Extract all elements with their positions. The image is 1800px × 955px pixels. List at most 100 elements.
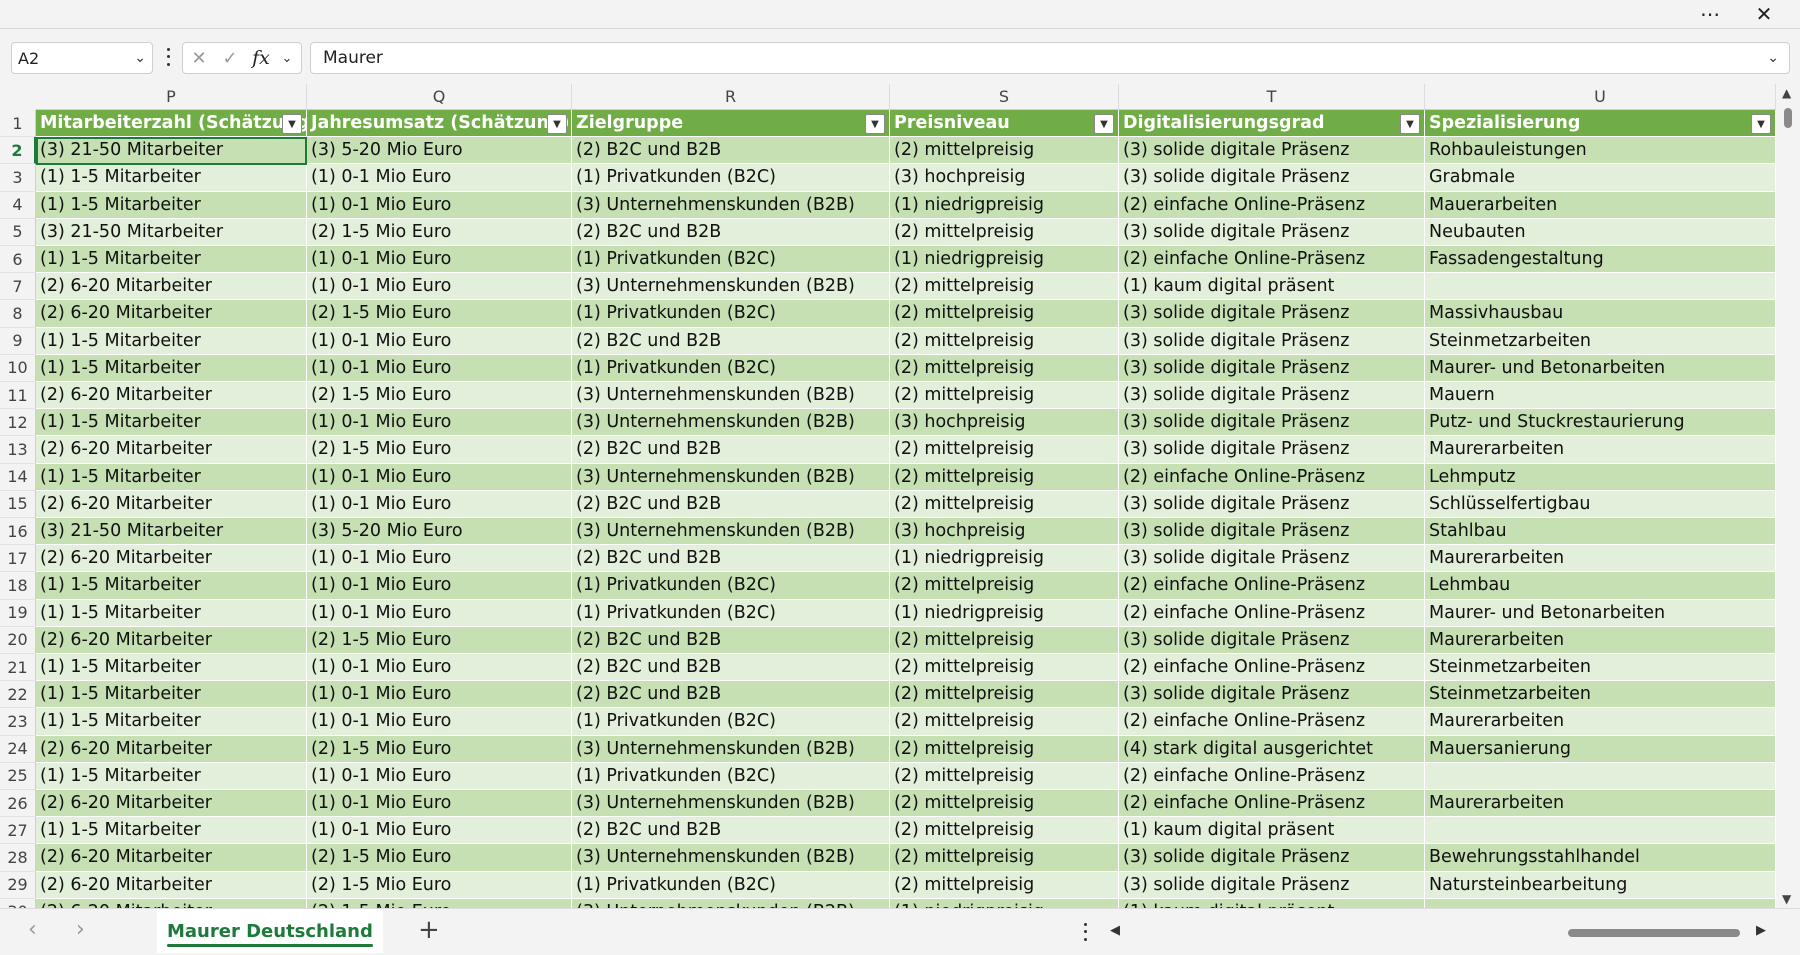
header-cell[interactable]: Spezialisierung ▼ — [1425, 110, 1776, 138]
cell[interactable]: (2) mittelpreisig — [890, 817, 1119, 845]
cell[interactable]: (2) einfache Online-Präsenz — [1119, 790, 1425, 818]
filter-dropdown-icon[interactable]: ▼ — [547, 114, 567, 134]
cell[interactable]: (3) hochpreisig — [890, 409, 1119, 437]
cell[interactable]: (2) B2C und B2B — [572, 327, 890, 355]
cell[interactable]: (3) 5-20 Mio Euro — [307, 137, 572, 165]
cell[interactable]: (4) stark digital ausgerichtet — [1119, 735, 1425, 763]
cell[interactable]: (2) einfache Online-Präsenz — [1119, 463, 1425, 491]
cell[interactable]: (3) solide digitale Präsenz — [1119, 626, 1425, 654]
cell[interactable]: Lehmputz — [1425, 463, 1776, 491]
cell[interactable]: (3) hochpreisig — [890, 518, 1119, 546]
header-cell[interactable]: Mitarbeiterzahl (Schätzung) ▼ — [36, 110, 307, 138]
cell[interactable]: (3) solide digitale Präsenz — [1119, 300, 1425, 328]
cell[interactable]: (1) 1-5 Mitarbeiter — [36, 572, 307, 600]
row-number[interactable]: 30 — [0, 898, 36, 908]
cell[interactable]: (3) solide digitale Präsenz — [1119, 518, 1425, 546]
vertical-scrollbar[interactable]: ▲ ▼ — [1776, 84, 1800, 908]
name-box[interactable]: A2 ⌄ — [11, 42, 153, 74]
formula-input[interactable]: Maurer ⌄ — [310, 42, 1790, 74]
row-number[interactable]: 26 — [0, 790, 36, 818]
cell[interactable]: (2) 1-5 Mio Euro — [307, 735, 572, 763]
cell[interactable]: (2) 6-20 Mitarbeiter — [36, 735, 307, 763]
cell[interactable]: (1) 0-1 Mio Euro — [307, 273, 572, 301]
cell[interactable]: (2) mittelpreisig — [890, 762, 1119, 790]
cell[interactable] — [1425, 817, 1776, 845]
cell[interactable]: (2) mittelpreisig — [890, 327, 1119, 355]
cell[interactable]: (3) Unternehmenskunden (B2B) — [572, 191, 890, 219]
cell[interactable]: (1) 0-1 Mio Euro — [307, 545, 572, 573]
cell[interactable]: Steinmetzarbeiten — [1425, 654, 1776, 682]
row-number[interactable]: 24 — [0, 735, 36, 763]
row-number[interactable]: 19 — [0, 599, 36, 627]
confirm-icon[interactable]: ✓ — [215, 48, 245, 69]
cell[interactable]: (3) 5-20 Mio Euro — [307, 518, 572, 546]
cell[interactable]: (2) B2C und B2B — [572, 137, 890, 165]
cell[interactable]: Mauerarbeiten — [1425, 191, 1776, 219]
cell[interactable]: (1) 1-5 Mitarbeiter — [36, 681, 307, 709]
scroll-thumb[interactable] — [1784, 108, 1792, 128]
cell[interactable]: (3) solide digitale Präsenz — [1119, 545, 1425, 573]
chevron-right-icon[interactable]: › — [76, 917, 85, 942]
cell[interactable]: (2) mittelpreisig — [890, 790, 1119, 818]
cell[interactable]: (2) mittelpreisig — [890, 463, 1119, 491]
row-number[interactable]: 1 — [0, 110, 36, 138]
cell[interactable]: (1) 0-1 Mio Euro — [307, 681, 572, 709]
column-header-q[interactable]: Q — [307, 84, 572, 110]
cell[interactable]: (1) 0-1 Mio Euro — [307, 599, 572, 627]
cell[interactable]: Massivhausbau — [1425, 300, 1776, 328]
cell[interactable]: Fassadengestaltung — [1425, 246, 1776, 274]
row-number[interactable]: 20 — [0, 626, 36, 654]
cell[interactable]: (1) kaum digital präsent — [1119, 817, 1425, 845]
cell[interactable]: (2) 6-20 Mitarbeiter — [36, 436, 307, 464]
cell[interactable]: (1) 0-1 Mio Euro — [307, 790, 572, 818]
cell[interactable]: (2) mittelpreisig — [890, 681, 1119, 709]
cell[interactable]: (3) solide digitale Präsenz — [1119, 871, 1425, 899]
header-cell[interactable]: Zielgruppe ▼ — [572, 110, 890, 138]
cell[interactable]: (3) Unternehmenskunden (B2B) — [572, 273, 890, 301]
cell[interactable]: (2) 6-20 Mitarbeiter — [36, 626, 307, 654]
cell[interactable]: (2) B2C und B2B — [572, 218, 890, 246]
cell[interactable]: (1) Privatkunden (B2C) — [572, 572, 890, 600]
cell[interactable]: (2) 6-20 Mitarbeiter — [36, 844, 307, 872]
cell[interactable]: (1) 0-1 Mio Euro — [307, 327, 572, 355]
add-sheet-icon[interactable]: + — [418, 915, 440, 945]
cell[interactable]: (1) Privatkunden (B2C) — [572, 354, 890, 382]
cell[interactable]: (1) 0-1 Mio Euro — [307, 654, 572, 682]
spreadsheet-grid[interactable]: PQRSTU 1 Mitarbeiterzahl (Schätzung) ▼ Jahr… — [0, 84, 1780, 908]
cell[interactable]: (1) 0-1 Mio Euro — [307, 164, 572, 192]
column-header-t[interactable]: T — [1119, 84, 1425, 110]
more-horizontal-icon[interactable]: ⋯ — [1688, 0, 1732, 28]
header-cell[interactable]: Preisniveau ▼ — [890, 110, 1119, 138]
cell[interactable]: (3) solide digitale Präsenz — [1119, 436, 1425, 464]
cell[interactable]: (2) mittelpreisig — [890, 273, 1119, 301]
cell[interactable]: Bewehrungsstahlhandel — [1425, 844, 1776, 872]
cell[interactable]: (2) mittelpreisig — [890, 572, 1119, 600]
cell[interactable]: (2) 1-5 Mio Euro — [307, 382, 572, 410]
cell[interactable]: (1) 0-1 Mio Euro — [307, 572, 572, 600]
row-number[interactable]: 9 — [0, 327, 36, 355]
row-number[interactable]: 13 — [0, 436, 36, 464]
row-number[interactable]: 2 — [0, 137, 36, 165]
cell[interactable]: (1) 1-5 Mitarbeiter — [36, 354, 307, 382]
cell[interactable]: (2) mittelpreisig — [890, 708, 1119, 736]
cell[interactable]: (2) mittelpreisig — [890, 354, 1119, 382]
cell[interactable]: (2) 6-20 Mitarbeiter — [36, 790, 307, 818]
horizontal-scrollbar[interactable]: ◀ ▶ — [1108, 923, 1768, 943]
expand-formula-icon[interactable]: ⌄ — [1767, 50, 1779, 66]
cell[interactable]: (1) 0-1 Mio Euro — [307, 354, 572, 382]
cell[interactable]: (2) 1-5 Mio Euro — [307, 218, 572, 246]
cell[interactable]: (1) niedrigpreisig — [890, 599, 1119, 627]
cell[interactable]: (1) Privatkunden (B2C) — [572, 164, 890, 192]
cell[interactable]: (3) Unternehmenskunden (B2B) — [572, 463, 890, 491]
cell[interactable]: (2) mittelpreisig — [890, 871, 1119, 899]
cell[interactable]: (1) 0-1 Mio Euro — [307, 708, 572, 736]
cell[interactable]: Rohbauleistungen — [1425, 137, 1776, 165]
row-number[interactable]: 29 — [0, 871, 36, 899]
cell[interactable]: (2) B2C und B2B — [572, 436, 890, 464]
cell[interactable]: (3) Unternehmenskunden (B2B) — [572, 735, 890, 763]
chevron-down-icon[interactable]: ⌄ — [277, 51, 297, 66]
cell[interactable]: (2) mittelpreisig — [890, 137, 1119, 165]
row-number[interactable]: 4 — [0, 191, 36, 219]
cell[interactable]: (1) 0-1 Mio Euro — [307, 817, 572, 845]
cell[interactable]: (2) einfache Online-Präsenz — [1119, 572, 1425, 600]
